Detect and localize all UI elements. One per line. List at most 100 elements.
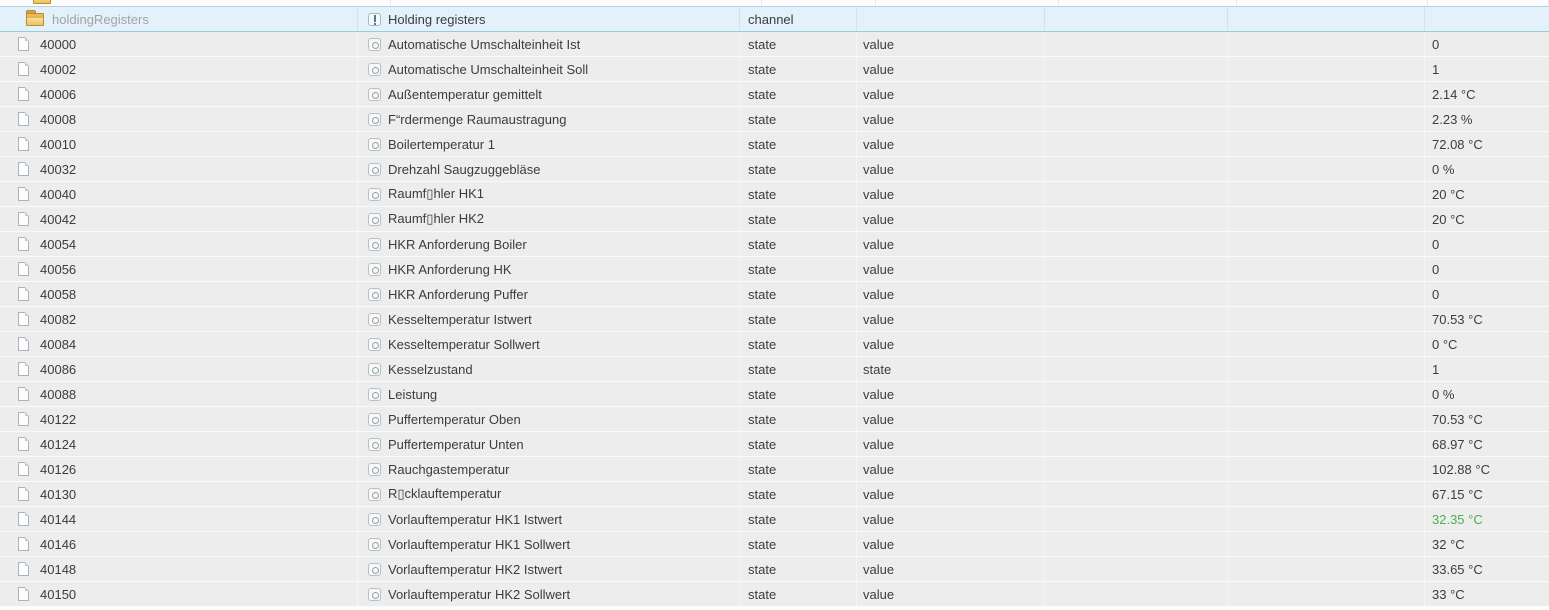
register-name-label: Kesseltemperatur Sollwert — [388, 336, 540, 352]
role-label: value — [863, 236, 895, 252]
cell-value: 32 °C — [1425, 532, 1549, 556]
table-row[interactable]: 40006 Außentemperatur gemittelt state value… — [0, 82, 1549, 107]
table-row[interactable]: 40144 Vorlauftemperatur HK1 Istwert state v… — [0, 507, 1549, 532]
register-name-label: Rauchgastemperatur — [388, 461, 510, 477]
table-row[interactable]: 40122 Puffertemperatur Oben state value 70.5… — [0, 407, 1549, 432]
register-name-label: Vorlauftemperatur HK2 Istwert — [388, 561, 563, 577]
state-file-icon — [18, 212, 29, 226]
value-label: 102.88 °C — [1432, 461, 1490, 477]
cell-value: 72.08 °C — [1425, 132, 1549, 156]
table-row[interactable]: 40042 Raumf▯hler HK2 state value 20 °C — [0, 207, 1549, 232]
cell-id: 40124 — [0, 432, 358, 456]
selected-folder-row[interactable]: holdingRegisters Holding registers chann… — [0, 6, 1549, 32]
folder-icon[interactable] — [26, 9, 44, 26]
register-id-label: 40084 — [40, 336, 77, 352]
table-row[interactable]: 40150 Vorlauftemperatur HK2 Sollwert state… — [0, 582, 1549, 607]
cell-value: 33 °C — [1425, 582, 1549, 606]
cell-value: 2.23 % — [1425, 107, 1549, 131]
state-file-icon — [18, 412, 29, 426]
table-row[interactable]: 40088 Leistung state value 0 % — [0, 382, 1549, 407]
channel-icon — [368, 12, 381, 26]
cell-role: state — [857, 357, 1045, 381]
parent-row-partial[interactable] — [0, 0, 1549, 6]
register-id-label: 40086 — [40, 361, 77, 377]
cell-type: state — [740, 57, 857, 81]
cell-name: Holding registers — [358, 7, 740, 31]
table-row[interactable]: 40130 R▯cklauftemperatur state value 67.15 °… — [0, 482, 1549, 507]
cell-id: 40006 — [0, 82, 358, 106]
table-row[interactable]: 40148 Vorlauftemperatur HK2 Istwert state v… — [0, 557, 1549, 582]
value-label: 2.14 °C — [1432, 86, 1476, 102]
table-row[interactable]: 40002 Automatische Umschalteinheit Soll st… — [0, 57, 1549, 82]
cell-role: value — [857, 332, 1045, 356]
state-icon — [368, 562, 381, 576]
cell-role: value — [857, 132, 1045, 156]
cell-room — [1045, 7, 1228, 31]
role-label: value — [863, 286, 895, 302]
table-row[interactable]: 40086 Kesselzustand state state 1 — [0, 357, 1549, 382]
state-icon — [368, 587, 381, 601]
cell-room — [1045, 507, 1228, 531]
type-label: state — [748, 336, 777, 352]
state-file-icon — [18, 262, 29, 276]
table-row[interactable]: 40008 F“rdermenge Raumaustragung state valu… — [0, 107, 1549, 132]
cell-role: value — [857, 457, 1045, 481]
table-row[interactable]: 40032 Drehzahl Saugzuggebläse state value 0 … — [0, 157, 1549, 182]
cell-value: 20 °C — [1425, 182, 1549, 206]
state-icon — [368, 337, 381, 351]
cell-role: value — [857, 482, 1045, 506]
cell-name: Vorlauftemperatur HK1 Istwert — [358, 507, 740, 531]
table-row[interactable]: 40010 Boilertemperatur 1 state value 72.08 °… — [0, 132, 1549, 157]
table-row[interactable]: 40146 Vorlauftemperatur HK1 Sollwert state… — [0, 532, 1549, 557]
type-label: state — [748, 261, 777, 277]
table-row[interactable]: 40040 Raumf▯hler HK1 state value 20 °C — [0, 182, 1549, 207]
table-row[interactable]: 40000 Automatische Umschalteinheit Ist sta… — [0, 32, 1549, 57]
register-id-label: 40042 — [40, 211, 77, 227]
state-icon — [368, 387, 381, 401]
register-name-label: Puffertemperatur Unten — [388, 436, 524, 452]
cell-room — [1045, 57, 1228, 81]
register-name-label: Automatische Umschalteinheit Soll — [388, 61, 589, 77]
table-row[interactable]: 40082 Kesseltemperatur Istwert state value 7… — [0, 307, 1549, 332]
role-label: value — [863, 111, 895, 127]
state-file-icon — [18, 487, 29, 501]
cell-id: 40086 — [0, 357, 358, 381]
register-id-label: 40056 — [40, 261, 77, 277]
state-file-icon — [18, 187, 29, 201]
state-icon — [368, 437, 381, 451]
state-file-icon — [18, 562, 29, 576]
cell-function — [1228, 557, 1425, 581]
cell-room — [1045, 357, 1228, 381]
table-row[interactable]: 40126 Rauchgastemperatur state value 102.88 … — [0, 457, 1549, 482]
cell-value — [1425, 7, 1549, 31]
cell-id: 40042 — [0, 207, 358, 231]
cell-room — [1045, 407, 1228, 431]
value-label-updated: 32.35 °C — [1432, 511, 1483, 527]
cell-name: Boilertemperatur 1 — [358, 132, 740, 156]
role-label: value — [863, 86, 895, 102]
state-icon — [368, 287, 381, 301]
object-browser: holdingRegisters Holding registers chann… — [0, 0, 1549, 610]
cell-role: value — [857, 432, 1045, 456]
register-name-label: Drehzahl Saugzuggebläse — [388, 161, 541, 177]
table-row[interactable]: 40124 Puffertemperatur Unten state value 68.… — [0, 432, 1549, 457]
cell-function — [1228, 182, 1425, 206]
value-label: 0 °C — [1432, 336, 1458, 352]
cell-name: Leistung — [358, 382, 740, 406]
cell-type: state — [740, 132, 857, 156]
cell-type: state — [740, 82, 857, 106]
table-row[interactable]: 40054 HKR Anforderung Boiler state value 0 — [0, 232, 1549, 257]
cell-room — [1045, 107, 1228, 131]
register-id-label: 40088 — [40, 386, 77, 402]
state-file-icon — [18, 62, 29, 76]
cell-type: state — [740, 32, 857, 56]
table-row[interactable]: 40056 HKR Anforderung HK state value 0 — [0, 257, 1549, 282]
cell-function — [1228, 107, 1425, 131]
cell-name: Puffertemperatur Oben — [358, 407, 740, 431]
table-row[interactable]: 40058 HKR Anforderung Puffer state value 0 — [0, 282, 1549, 307]
cell-type: state — [740, 207, 857, 231]
role-label: value — [863, 511, 895, 527]
cell-value: 102.88 °C — [1425, 457, 1549, 481]
cell-role — [857, 7, 1045, 31]
table-row[interactable]: 40084 Kesseltemperatur Sollwert state value… — [0, 332, 1549, 357]
